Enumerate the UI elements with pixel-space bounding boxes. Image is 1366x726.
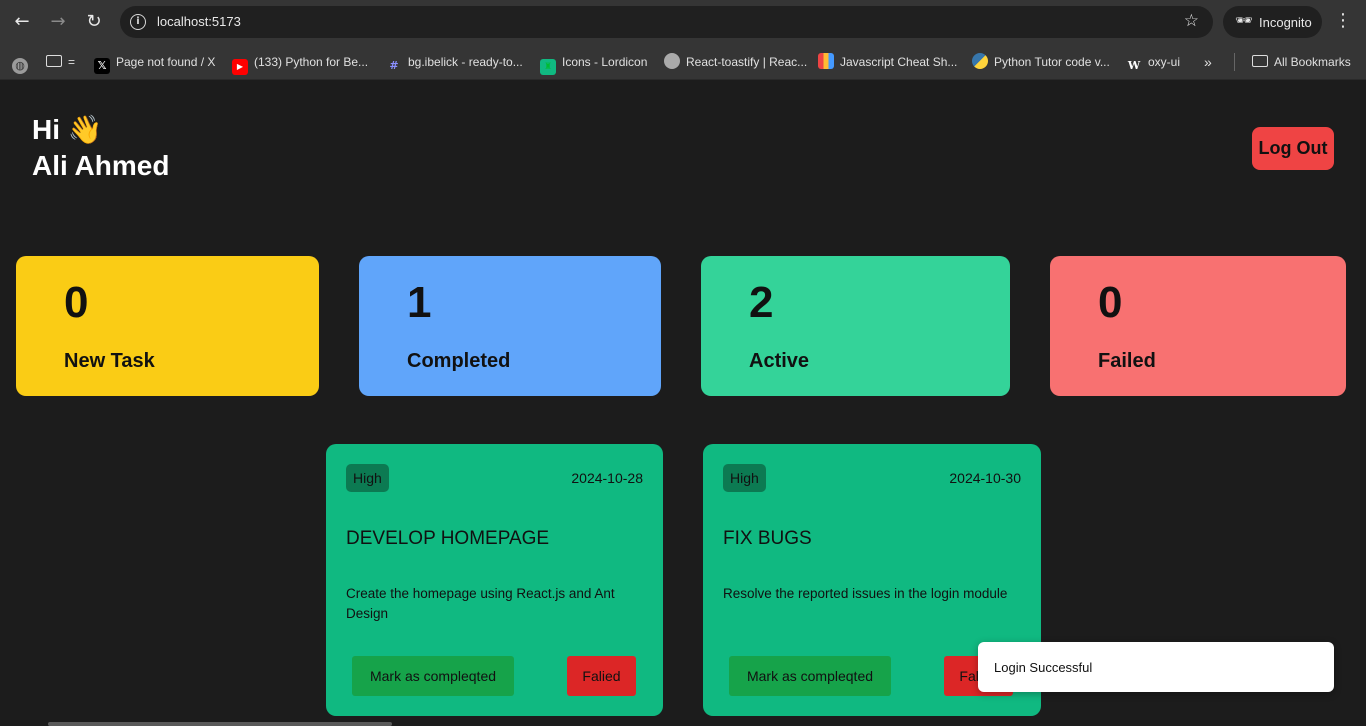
- incognito-badge[interactable]: 🕶 Incognito: [1223, 6, 1322, 38]
- task-description: Create the homepage using React.js and A…: [346, 586, 615, 621]
- incognito-label: Incognito: [1259, 15, 1312, 30]
- youtube-icon: ▶: [232, 59, 248, 75]
- stat-card-new-task: 0 New Task: [16, 256, 319, 396]
- bookmark-label: React-toastify | Reac...: [686, 55, 808, 69]
- reload-icon[interactable]: ↻: [82, 10, 106, 34]
- incognito-icon: 🕶: [1235, 13, 1253, 29]
- toast-message: Login Successful: [994, 660, 1093, 675]
- stat-card-active: 2 Active: [701, 256, 1010, 396]
- browser-menu-icon[interactable]: ⋮: [1334, 10, 1352, 31]
- bookmark-item[interactable]: Woxy-ui: [1126, 52, 1180, 72]
- globe-icon[interactable]: ◍: [12, 52, 34, 74]
- task-date: 2024-10-30: [949, 470, 1021, 486]
- address-bar[interactable]: i localhost:5173 ☆: [120, 6, 1213, 38]
- task-title: FIX BUGS: [723, 528, 812, 549]
- greeting: Hi 👋 Ali Ahmed: [32, 112, 169, 184]
- logout-button[interactable]: Log Out: [1252, 127, 1334, 170]
- stat-count: 0: [64, 278, 89, 327]
- forward-icon[interactable]: →: [46, 10, 70, 34]
- bookmark-label: Page not found / X: [116, 55, 216, 69]
- bookmark-label: Python Tutor code v...: [994, 55, 1110, 69]
- bookmark-item[interactable]: 𝕏 Page not found / X: [94, 52, 216, 74]
- x-logo-icon: 𝕏: [94, 58, 110, 74]
- horizontal-scrollbar[interactable]: [48, 722, 392, 726]
- more-bookmarks-icon[interactable]: »: [1204, 52, 1212, 72]
- greeting-hi: Hi: [32, 114, 60, 145]
- stat-label: Completed: [407, 350, 511, 372]
- stat-card-completed: 1 Completed: [359, 256, 661, 396]
- bookmark-item[interactable]: React-toastify | Reac...: [664, 52, 807, 72]
- bookmark-folder[interactable]: =: [46, 52, 75, 72]
- bookmark-label: Icons - Lordicon: [562, 55, 648, 69]
- task-title: DEVELOP HOMEPAGE: [346, 528, 550, 549]
- back-icon[interactable]: ←: [10, 10, 34, 34]
- mark-completed-button[interactable]: Mark as compleqted: [729, 656, 891, 696]
- cheatsheet-icon: [818, 53, 834, 69]
- mark-completed-button[interactable]: Mark as compleqted: [352, 656, 514, 696]
- stat-card-failed: 0 Failed: [1050, 256, 1346, 396]
- lordicon-icon: ♜: [540, 59, 556, 75]
- user-name: Ali Ahmed: [32, 150, 170, 181]
- task-date: 2024-10-28: [571, 470, 643, 486]
- w-icon: W: [1127, 59, 1141, 72]
- bookmark-star-icon[interactable]: ☆: [1184, 11, 1199, 31]
- bookmark-item[interactable]: Python Tutor code v...: [972, 52, 1110, 72]
- stat-label: Active: [749, 350, 810, 372]
- url-text[interactable]: localhost:5173: [157, 14, 241, 29]
- stat-count: 0: [1098, 278, 1123, 327]
- hash-icon: #: [389, 59, 399, 72]
- python-icon: [972, 53, 988, 69]
- all-bookmarks[interactable]: All Bookmarks: [1252, 52, 1351, 72]
- bookmark-item[interactable]: ♜ Icons - Lordicon: [540, 52, 648, 75]
- all-bookmarks-label: All Bookmarks: [1274, 55, 1351, 69]
- task-card: High 2024-10-28 DEVELOP HOMEPAGE Create …: [326, 444, 663, 716]
- site-info-icon[interactable]: i: [130, 14, 146, 30]
- mark-failed-button[interactable]: Falied: [567, 656, 636, 696]
- browser-toolbar: ← → ↻ i localhost:5173 ☆ 🕶 Incognito ⋮: [0, 0, 1366, 44]
- bookmarks-divider: [1234, 53, 1235, 71]
- bookmark-item[interactable]: Javascript Cheat Sh...: [818, 52, 957, 72]
- folder-icon: [1252, 55, 1268, 67]
- bookmark-label: oxy-ui: [1148, 55, 1181, 69]
- stat-count: 2: [749, 278, 774, 327]
- task-description: Resolve the reported issues in the login…: [723, 586, 1008, 601]
- folder-icon: [46, 55, 62, 67]
- stat-label: Failed: [1098, 350, 1156, 372]
- bookmark-folder-label: =: [68, 55, 76, 69]
- react-toastify-icon: [664, 53, 680, 69]
- bookmarks-bar: ◍ = 𝕏 Page not found / X ▶ (133) Python fo…: [0, 44, 1366, 80]
- priority-badge: High: [346, 464, 389, 492]
- stat-count: 1: [407, 278, 432, 327]
- bookmark-label: Javascript Cheat Sh...: [840, 55, 958, 69]
- wave-icon: 👋: [67, 114, 103, 145]
- priority-badge: High: [723, 464, 766, 492]
- bookmark-item[interactable]: ▶ (133) Python for Be...: [232, 52, 369, 75]
- stat-label: New Task: [64, 350, 155, 372]
- bookmark-label: (133) Python for Be...: [254, 55, 369, 69]
- toast-notification[interactable]: Login Successful: [978, 642, 1334, 692]
- bookmark-item[interactable]: # bg.ibelick - ready-to...: [386, 52, 523, 72]
- bookmark-label: bg.ibelick - ready-to...: [408, 55, 523, 69]
